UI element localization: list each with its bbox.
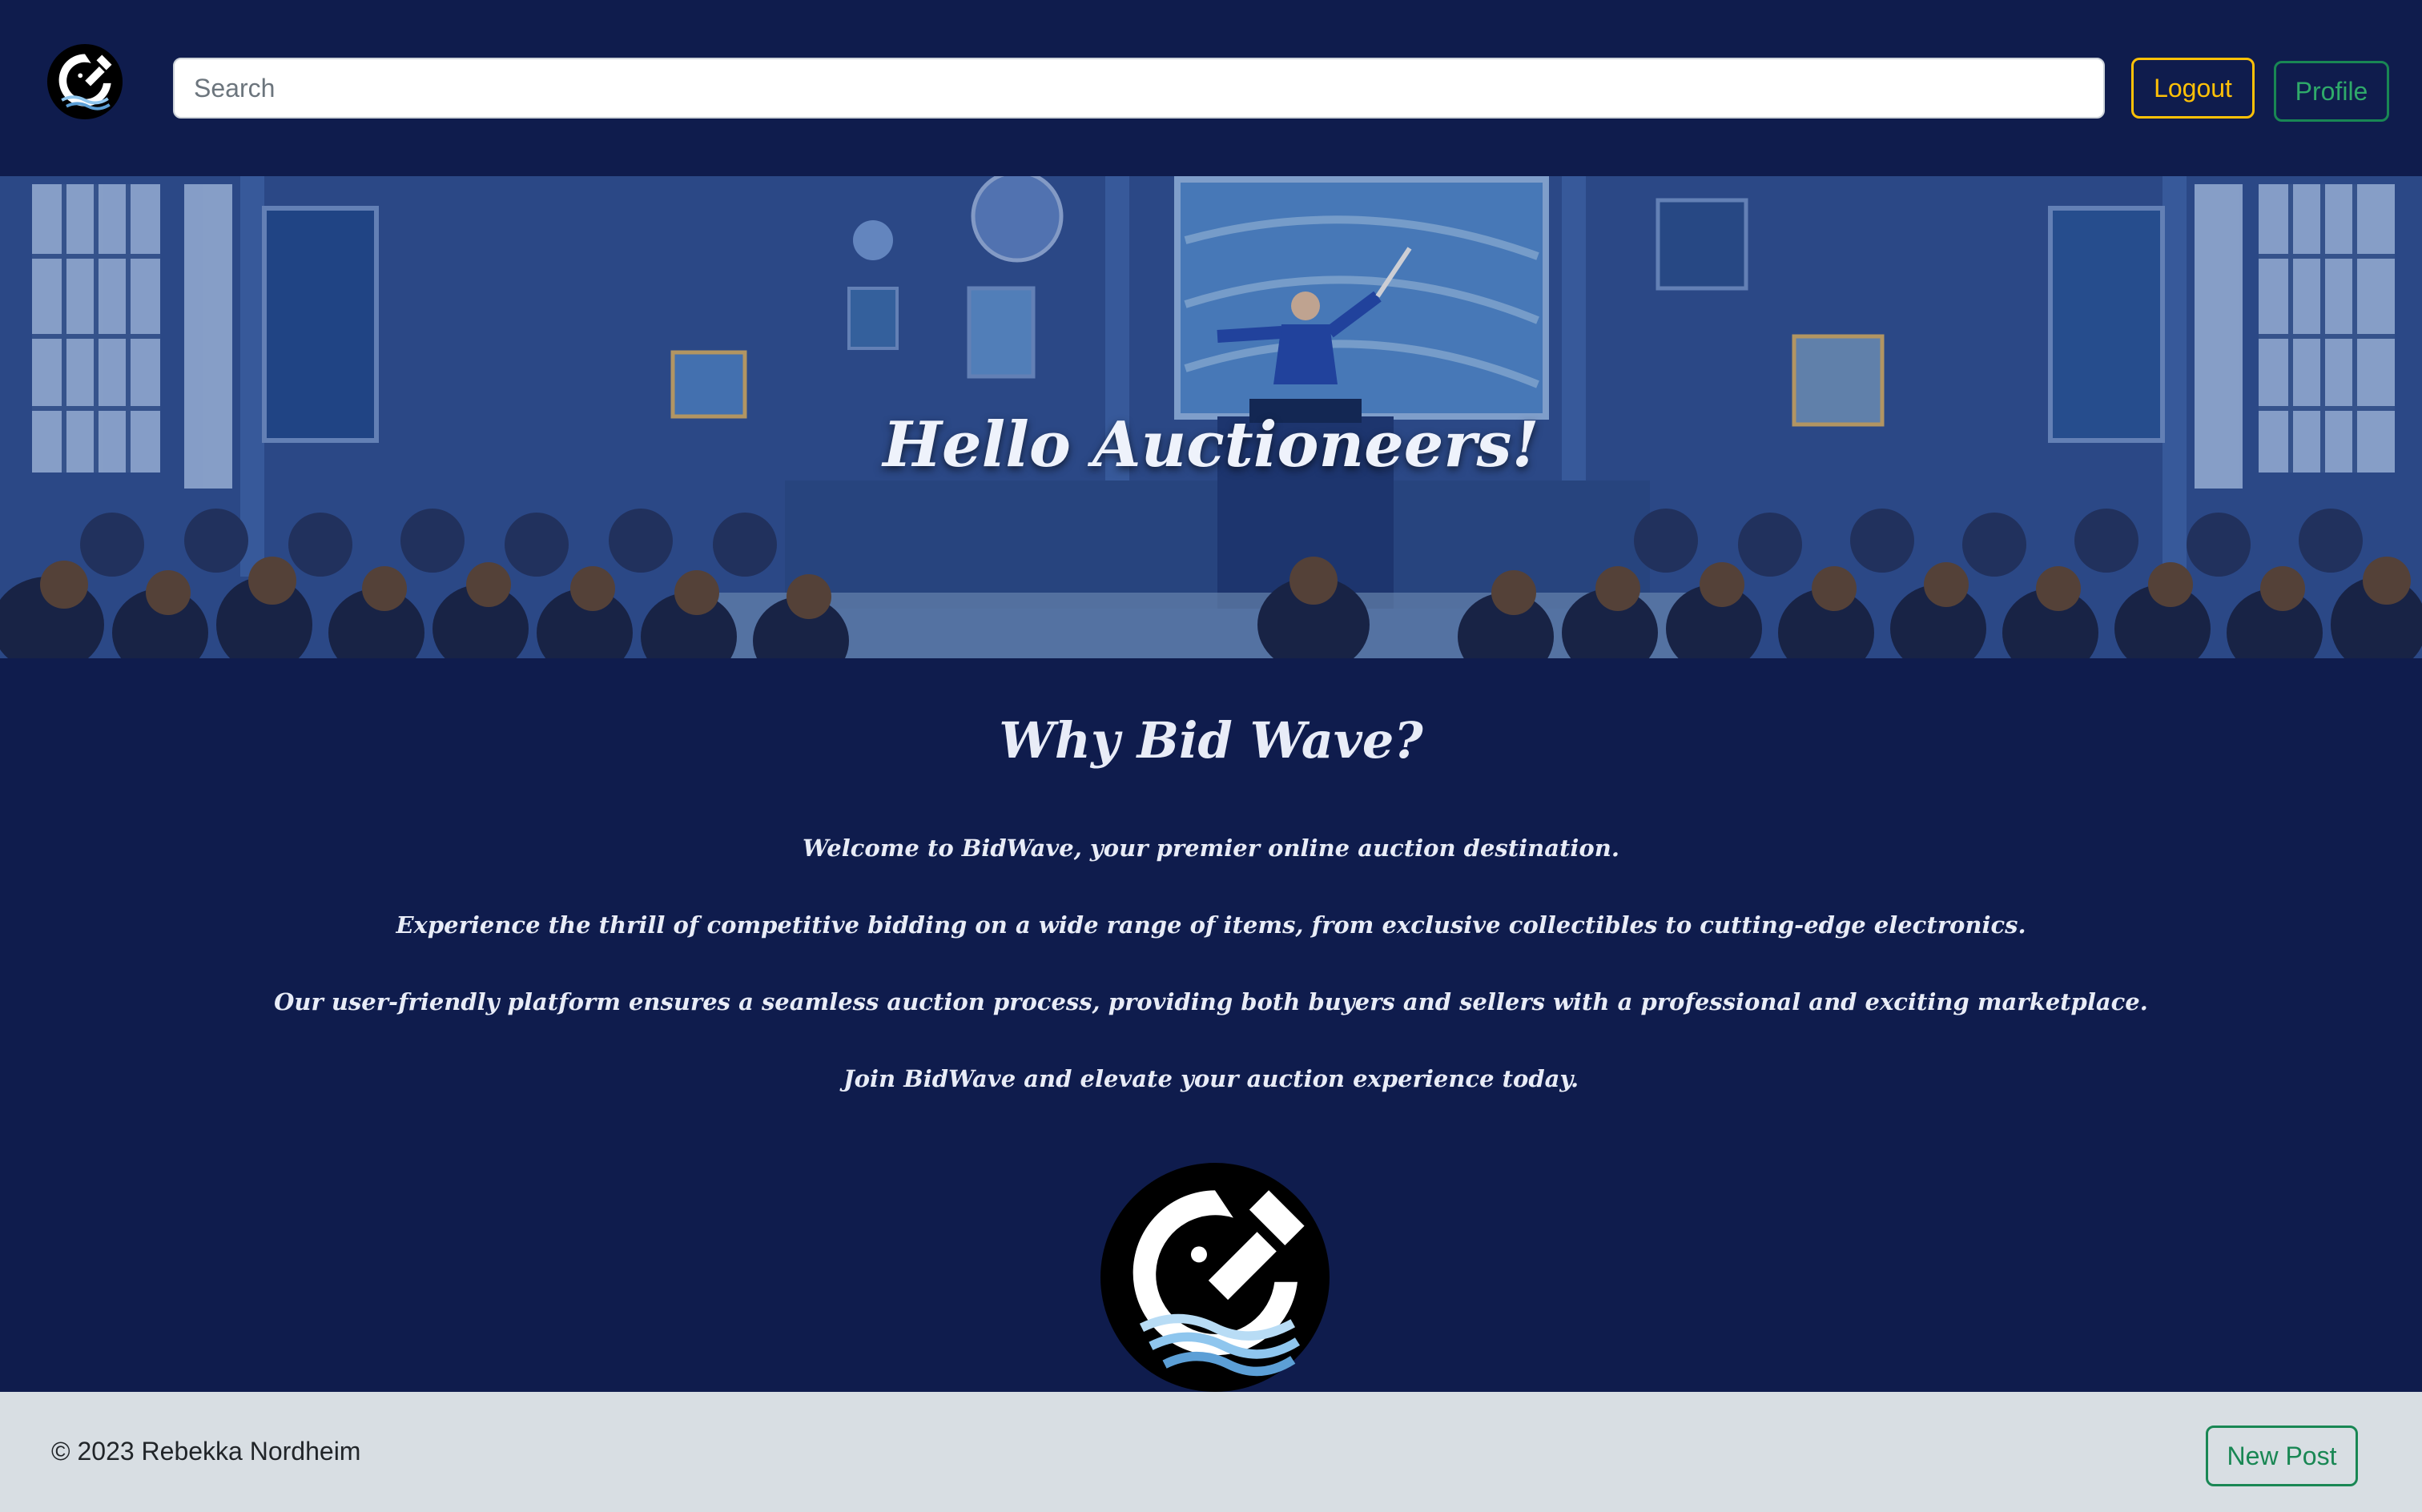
new-post-button[interactable]: New Post xyxy=(2206,1426,2358,1486)
search-input[interactable] xyxy=(173,58,2105,119)
navbar: Logout Profile xyxy=(0,0,2422,176)
logout-button[interactable]: Logout xyxy=(2131,58,2255,119)
intro-paragraph-3: Our user-friendly platform ensures a sea… xyxy=(274,988,2148,1015)
bidwave-logo-icon xyxy=(1100,1163,1330,1392)
intro-paragraph-1: Welcome to BidWave, your premier online … xyxy=(803,834,1619,862)
intro-paragraph-2: Experience the thrill of competitive bid… xyxy=(396,911,2026,939)
hero-banner: Hello Auctioneers! xyxy=(0,176,2422,658)
footer: © 2023 Rebekka Nordheim New Post xyxy=(0,1392,2422,1512)
section-title: Why Bid Wave? xyxy=(999,711,1423,770)
copyright-text: © 2023 Rebekka Nordheim xyxy=(51,1437,361,1466)
profile-button[interactable]: Profile xyxy=(2274,61,2389,122)
bidwave-logo-icon[interactable] xyxy=(46,43,123,120)
intro-paragraph-4: Join BidWave and elevate your auction ex… xyxy=(843,1065,1579,1092)
hero-title: Hello Auctioneers! xyxy=(883,408,1539,481)
